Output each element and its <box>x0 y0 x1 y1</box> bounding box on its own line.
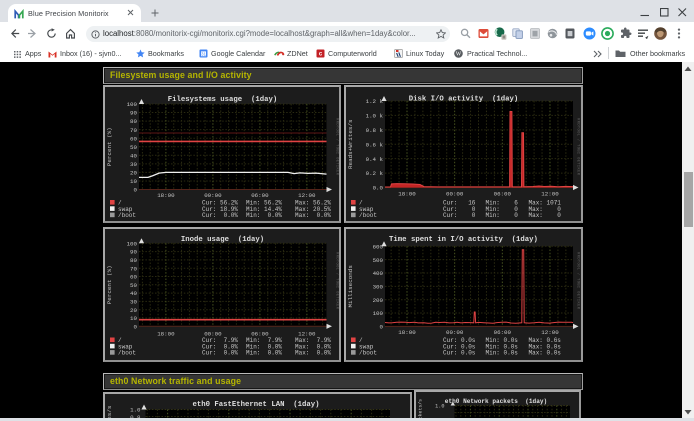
svg-text:Min: 0.0%: Min: 0.0% <box>246 350 282 357</box>
svg-text:1.2 k: 1.2 k <box>366 98 384 105</box>
svg-text:00:00: 00:00 <box>446 191 464 198</box>
svg-text:RRDTOOL / TOBI OETIKER: RRDTOOL / TOBI OETIKER <box>576 252 581 310</box>
svg-text:06:00: 06:00 <box>494 329 512 336</box>
svg-text:70: 70 <box>130 265 137 272</box>
svg-text:200: 200 <box>373 297 384 304</box>
svg-text:RRDTOOL / TOBI OETIKER: RRDTOOL / TOBI OETIKER <box>576 118 581 176</box>
svg-text:80: 80 <box>130 118 137 125</box>
svg-text:0.0: 0.0 <box>373 185 384 192</box>
svg-text:Cur: 0: Cur: 0 <box>443 212 476 219</box>
svg-text:Max: 0.0%: Max: 0.0% <box>295 212 331 219</box>
svg-text:0.4 k: 0.4 k <box>366 156 384 163</box>
svg-text:/boot: /boot <box>359 350 377 357</box>
svg-text:0.2 k: 0.2 k <box>366 170 384 177</box>
svg-text:400: 400 <box>373 270 384 277</box>
svg-text:30: 30 <box>130 161 137 168</box>
svg-text:60: 60 <box>130 274 137 281</box>
svg-text:Max: 0.0%: Max: 0.0% <box>295 350 331 357</box>
svg-text:0: 0 <box>134 187 138 194</box>
svg-text:06:00: 06:00 <box>494 191 512 198</box>
svg-text:Milliseconds: Milliseconds <box>347 265 354 308</box>
svg-text:bytes/s: bytes/s <box>106 405 113 418</box>
svg-text:Time spent in I/O activity (1: Time spent in I/O activity (1day) <box>389 236 538 244</box>
svg-text:12:00: 12:00 <box>541 329 559 336</box>
svg-text:90: 90 <box>130 249 137 256</box>
svg-text:12:00: 12:00 <box>298 192 316 199</box>
svg-text:80: 80 <box>130 257 137 264</box>
svg-text:1.0 k: 1.0 k <box>366 113 384 120</box>
svg-text:eth0 FastEthernet LAN (1day): eth0 FastEthernet LAN (1day) <box>193 401 320 409</box>
svg-text:Min: 0.0%: Min: 0.0% <box>246 212 282 219</box>
svg-text:Percent (%): Percent (%) <box>106 265 113 304</box>
svg-text:Percent (%): Percent (%) <box>106 127 113 166</box>
svg-text:600: 600 <box>373 243 384 250</box>
svg-text:Inode usage (1day): Inode usage (1day) <box>181 236 264 244</box>
svg-text:/boot: /boot <box>359 212 377 219</box>
svg-text:/boot: /boot <box>118 212 136 219</box>
svg-text:10: 10 <box>130 178 137 185</box>
svg-text:06:00: 06:00 <box>251 192 269 199</box>
svg-text:1.0: 1.0 <box>130 407 141 414</box>
svg-text:1.0: 1.0 <box>435 404 444 410</box>
svg-text:100: 100 <box>127 240 138 247</box>
svg-text:18:00: 18:00 <box>398 191 416 198</box>
svg-text:Min: 0: Min: 0 <box>486 212 519 219</box>
svg-text:eth0 Network packets (1day): eth0 Network packets (1day) <box>445 398 547 405</box>
svg-text:18:00: 18:00 <box>157 331 175 338</box>
svg-text:60: 60 <box>130 135 137 142</box>
svg-text:0: 0 <box>380 324 384 331</box>
svg-text:Max: 0: Max: 0 <box>529 212 562 219</box>
svg-text:Cur: 0.0%: Cur: 0.0% <box>202 212 238 219</box>
svg-text:Filesystems usage (1day): Filesystems usage (1day) <box>168 96 277 104</box>
svg-text:0.6 k: 0.6 k <box>366 141 384 148</box>
svg-text:100: 100 <box>373 310 384 317</box>
svg-text:Min: 0.0s: Min: 0.0s <box>486 350 519 357</box>
svg-text:00:00: 00:00 <box>446 329 464 336</box>
svg-text:30: 30 <box>130 299 137 306</box>
svg-text:40: 40 <box>130 290 137 297</box>
svg-text:10: 10 <box>130 315 137 322</box>
svg-text:/boot: /boot <box>118 350 136 357</box>
svg-text:40: 40 <box>130 152 137 159</box>
svg-text:RRDTOOL / TOBI OETIKER: RRDTOOL / TOBI OETIKER <box>335 252 340 310</box>
svg-text:90: 90 <box>130 110 137 117</box>
svg-text:RRDTOOL / TOBI OETIKER: RRDTOOL / TOBI OETIKER <box>335 118 340 176</box>
svg-text:20: 20 <box>130 307 137 314</box>
svg-text:18:00: 18:00 <box>157 192 175 199</box>
svg-text:Cur: 0.0s: Cur: 0.0s <box>443 350 476 357</box>
svg-text:12:00: 12:00 <box>541 191 559 198</box>
svg-text:Max: 0.0s: Max: 0.0s <box>529 350 562 357</box>
svg-text:50: 50 <box>130 282 137 289</box>
svg-text:31: 31 <box>201 51 207 56</box>
svg-text:Disk I/O activity (1day): Disk I/O activity (1day) <box>409 96 518 104</box>
svg-text:Cur: 0.0%: Cur: 0.0% <box>202 350 238 357</box>
svg-text:500: 500 <box>373 257 384 264</box>
svg-text:20: 20 <box>130 170 137 177</box>
svg-text:300: 300 <box>373 284 384 291</box>
svg-text:00:00: 00:00 <box>204 192 222 199</box>
svg-text:0: 0 <box>134 323 138 330</box>
svg-text:Packets/s: Packets/s <box>418 399 424 418</box>
svg-text:50: 50 <box>130 144 137 151</box>
svg-text:100: 100 <box>127 101 138 108</box>
svg-text:Reads+Writes/s: Reads+Writes/s <box>347 119 354 169</box>
svg-text:W: W <box>456 52 462 58</box>
svg-text:0.8 k: 0.8 k <box>366 127 384 134</box>
svg-text:18:00: 18:00 <box>398 329 416 336</box>
svg-text:70: 70 <box>130 127 137 134</box>
